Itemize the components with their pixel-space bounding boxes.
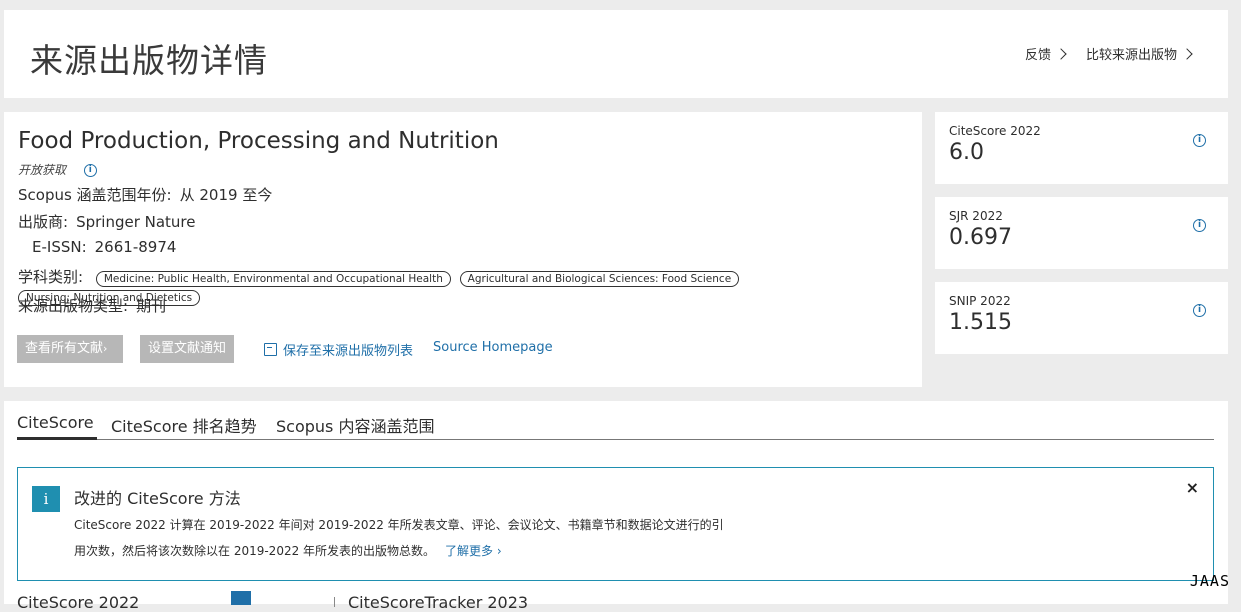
info-icon[interactable]: i [1193, 219, 1206, 232]
year-dropdown-icon[interactable] [231, 591, 251, 605]
snip-card: SNIP 2022 1.515 i [935, 282, 1228, 354]
set-alert-button[interactable]: 设置文献通知 [140, 335, 235, 363]
learn-more-link[interactable]: 了解更多 › [445, 544, 502, 558]
view-all-label: 查看所有文献 [25, 341, 104, 356]
notice-text-line1: CiteScore 2022 计算在 2019-2022 年间对 2019-20… [74, 518, 724, 532]
close-icon[interactable]: × [1186, 478, 1199, 497]
source-type-value: 期刊 [136, 297, 167, 315]
compare-sources-link[interactable]: 比较来源出版物 [1086, 44, 1193, 63]
info-icon: i [32, 486, 60, 512]
chevron-right-icon [1055, 48, 1067, 60]
notice-text-line2: 用次数，然后将该次数除以在 2019-2022 年所发表的出版物总数。 了解更多 … [74, 542, 502, 559]
metrics-tabs-panel: CiteScore CiteScore 排名趋势 Scopus 内容涵盖范围 i… [4, 401, 1228, 612]
tab-citescore-rank-trend[interactable]: CiteScore 排名趋势 [111, 413, 257, 437]
chevron-right-icon [1181, 48, 1193, 60]
publisher-value: Springer Nature [76, 213, 196, 231]
page-header: 来源出版物详情 反馈 比较来源出版物 [4, 10, 1228, 98]
eissn-value: 2661-8974 [94, 238, 177, 256]
publisher-row: 出版商: Springer Nature [18, 211, 196, 232]
divider [334, 597, 335, 607]
metric-label: CiteScore 2022 [949, 124, 1041, 138]
page-title: 来源出版物详情 [30, 41, 268, 80]
metric-value: 6.0 [949, 140, 984, 165]
tab-scopus-coverage[interactable]: Scopus 内容涵盖范围 [276, 413, 434, 437]
tab-divider [17, 439, 1214, 440]
active-tab-indicator [17, 437, 97, 440]
notice-title: 改进的 CiteScore 方法 [74, 489, 241, 508]
source-homepage-link[interactable]: Source Homepage [433, 340, 553, 355]
citescore-tracker-heading: CiteScoreTracker 2023 [348, 593, 529, 612]
source-type-row: 来源出版物类型: 期刊 [18, 295, 166, 316]
metric-label: SJR 2022 [949, 209, 1003, 223]
source-info-panel: Food Production, Processing and Nutritio… [4, 112, 922, 387]
feedback-label: 反馈 [1025, 48, 1052, 63]
chevron-right-icon: › [103, 342, 108, 355]
citescore-year-heading: CiteScore 2022 [17, 593, 140, 612]
sjr-card: SJR 2022 0.697 i [935, 197, 1228, 269]
info-icon[interactable]: i [1193, 134, 1206, 147]
eissn-row: E-ISSN: 2661-8974 [32, 238, 176, 256]
coverage-row: Scopus 涵盖范围年份: 从 2019 至今 [18, 184, 272, 205]
metric-value: 1.515 [949, 310, 1012, 335]
tab-citescore[interactable]: CiteScore [17, 413, 94, 432]
citescore-card: CiteScore 2022 6.0 i [935, 112, 1228, 184]
learn-more-label: 了解更多 [445, 544, 494, 558]
metric-label: SNIP 2022 [949, 294, 1011, 308]
journal-title: Food Production, Processing and Nutritio… [18, 128, 499, 154]
open-access-row: 开放获取 i [18, 161, 97, 178]
source-type-label: 来源出版物类型: [18, 297, 129, 315]
subject-chip[interactable]: Medicine: Public Health, Environmental a… [95, 271, 451, 287]
notice-text-line2-body: 用次数，然后将该次数除以在 2019-2022 年所发表的出版物总数。 [74, 544, 436, 558]
info-icon[interactable]: i [83, 164, 97, 177]
watermark-text: JAAS [1189, 572, 1230, 590]
info-icon[interactable]: i [1193, 304, 1206, 317]
citescore-method-notice: i 改进的 CiteScore 方法 CiteScore 2022 计算在 20… [17, 467, 1214, 581]
publisher-label: 出版商: [18, 213, 69, 231]
feedback-link[interactable]: 反馈 [1025, 44, 1067, 63]
save-to-list-link[interactable]: 保存至来源出版物列表 [264, 340, 413, 359]
coverage-value: 从 2019 至今 [179, 186, 273, 204]
eissn-label: E-ISSN: [32, 238, 87, 256]
save-to-list-label: 保存至来源出版物列表 [283, 344, 414, 359]
open-access-label: 开放获取 [18, 163, 67, 177]
view-all-documents-button[interactable]: 查看所有文献› [17, 335, 123, 363]
subject-chip[interactable]: Agricultural and Biological Sciences: Fo… [459, 271, 740, 287]
compare-label: 比较来源出版物 [1086, 48, 1178, 63]
coverage-label: Scopus 涵盖范围年份: [18, 186, 172, 204]
save-icon [264, 343, 277, 356]
metric-value: 0.697 [949, 225, 1012, 250]
subject-label: 学科类别: [18, 268, 84, 286]
